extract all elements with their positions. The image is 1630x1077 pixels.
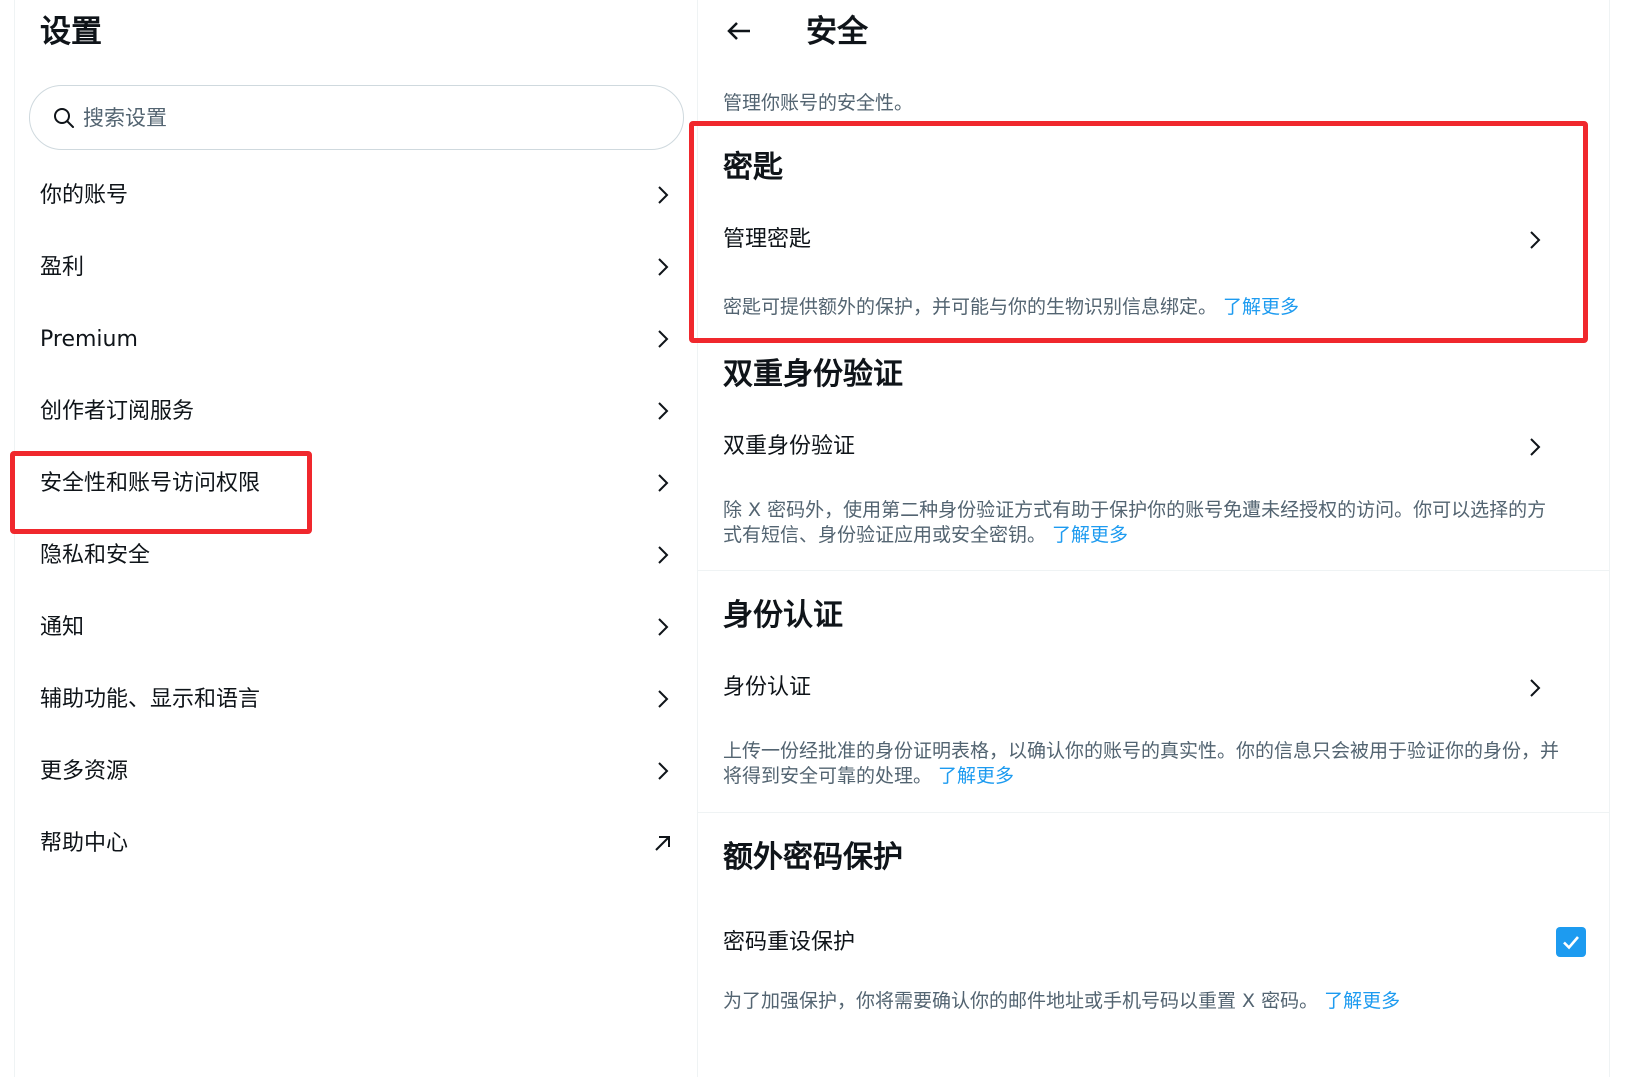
learn-more-link[interactable]: 了解更多	[938, 765, 1014, 787]
nav-item-additional-resources[interactable]: 更多资源	[15, 736, 697, 808]
nav-item-monetization[interactable]: 盈利	[15, 232, 697, 304]
section-divider	[698, 570, 1610, 571]
search-icon	[54, 108, 74, 128]
chevron-right-icon	[658, 618, 669, 636]
nav-item-notifications[interactable]: 通知	[15, 592, 697, 664]
nav-item-privacy-safety[interactable]: 隐私和安全	[15, 520, 697, 592]
nav-item-label: 通知	[40, 615, 85, 640]
chevron-right-icon	[1530, 679, 1541, 697]
nav-item-label: 更多资源	[40, 759, 129, 784]
learn-more-link[interactable]: 了解更多	[1223, 296, 1299, 318]
nav-item-label: 创作者订阅服务	[40, 399, 195, 424]
id-verification-description: 上传一份经批准的身份证明表格，以确认你的账号的真实性。你的信息只会被用于验证你的…	[723, 739, 1563, 789]
manage-passkey-row[interactable]: 管理密匙	[698, 207, 1568, 273]
search-input[interactable]: 搜索设置	[29, 85, 684, 150]
password-protection-description: 为了加强保护，你将需要确认你的邮件地址或手机号码以重置 X 密码。 了解更多	[723, 989, 1563, 1014]
section-title-password-protection: 额外密码保护	[723, 840, 903, 875]
chevron-right-icon	[658, 186, 669, 204]
learn-more-link[interactable]: 了解更多	[1052, 524, 1128, 546]
description-text: 密匙可提供额外的保护，并可能与你的生物识别信息绑定。	[723, 296, 1218, 318]
description-text: 除 X 密码外，使用第二种身份验证方式有助于保护你的账号免遭未经授权的访问。你可…	[723, 499, 1547, 546]
two-factor-description: 除 X 密码外，使用第二种身份验证方式有助于保护你的账号免遭未经授权的访问。你可…	[723, 498, 1563, 548]
checkmark-icon	[1563, 936, 1579, 950]
search-placeholder: 搜索设置	[83, 106, 167, 130]
chevron-right-icon	[1530, 438, 1541, 456]
nav-item-accessibility-display-languages[interactable]: 辅助功能、显示和语言	[15, 664, 697, 736]
nav-item-label: 帮助中心	[40, 831, 129, 856]
nav-item-label: 安全性和账号访问权限	[40, 471, 261, 496]
chevron-right-icon	[658, 330, 669, 348]
nav-item-creator-subscriptions[interactable]: 创作者订阅服务	[15, 376, 697, 448]
nav-item-your-account[interactable]: 你的账号	[15, 160, 697, 232]
page-title: 安全	[806, 14, 868, 50]
page-subtitle: 管理你账号的安全性。	[723, 92, 914, 114]
description-text: 上传一份经批准的身份证明表格，以确认你的账号的真实性。你的信息只会被用于验证你的…	[723, 740, 1560, 787]
nav-item-label: Premium	[40, 327, 138, 352]
nav-item-label: 辅助功能、显示和语言	[40, 687, 261, 712]
nav-item-premium[interactable]: Premium	[15, 304, 697, 376]
nav-item-security-account-access[interactable]: 安全性和账号访问权限	[15, 448, 697, 520]
chevron-right-icon	[658, 690, 669, 708]
external-link-arrow-icon	[655, 836, 670, 851]
id-verification-row[interactable]: 身份认证	[698, 655, 1568, 721]
row-label: 密码重设保护	[723, 930, 856, 955]
settings-title: 设置	[40, 14, 102, 50]
security-detail-panel: 安全 管理你账号的安全性。 密匙 管理密匙 密匙可提供额外的保护，并可能与你的生…	[698, 0, 1610, 1077]
chevron-right-icon	[658, 546, 669, 564]
nav-item-help-center[interactable]: 帮助中心	[15, 808, 697, 880]
chevron-right-icon	[658, 474, 669, 492]
learn-more-link[interactable]: 了解更多	[1324, 990, 1400, 1012]
section-title-id-verification: 身份认证	[723, 598, 843, 633]
chevron-right-icon	[1530, 231, 1541, 249]
description-text: 为了加强保护，你将需要确认你的邮件地址或手机号码以重置 X 密码。	[723, 990, 1319, 1012]
two-factor-row[interactable]: 双重身份验证	[698, 414, 1568, 480]
settings-sidebar: 设置 搜索设置 你的账号 盈利 Premium 创作者订阅服务 安全性和账号访问…	[14, 0, 698, 1077]
row-label: 身份认证	[723, 675, 812, 700]
row-label: 双重身份验证	[723, 434, 856, 459]
passkey-description: 密匙可提供额外的保护，并可能与你的生物识别信息绑定。 了解更多	[723, 295, 1563, 320]
nav-item-label: 你的账号	[40, 183, 129, 208]
chevron-right-icon	[658, 402, 669, 420]
chevron-right-icon	[658, 258, 669, 276]
password-reset-protect-row[interactable]: 密码重设保护	[698, 910, 1568, 976]
chevron-right-icon	[658, 762, 669, 780]
section-title-passkey: 密匙	[723, 150, 783, 185]
section-divider	[698, 812, 1610, 813]
section-title-two-factor: 双重身份验证	[723, 357, 903, 392]
nav-item-label: 隐私和安全	[40, 543, 151, 568]
row-label: 管理密匙	[723, 227, 812, 252]
password-reset-protect-checkbox[interactable]	[1556, 927, 1586, 957]
nav-item-label: 盈利	[40, 255, 85, 280]
back-arrow-icon[interactable]	[724, 16, 754, 46]
